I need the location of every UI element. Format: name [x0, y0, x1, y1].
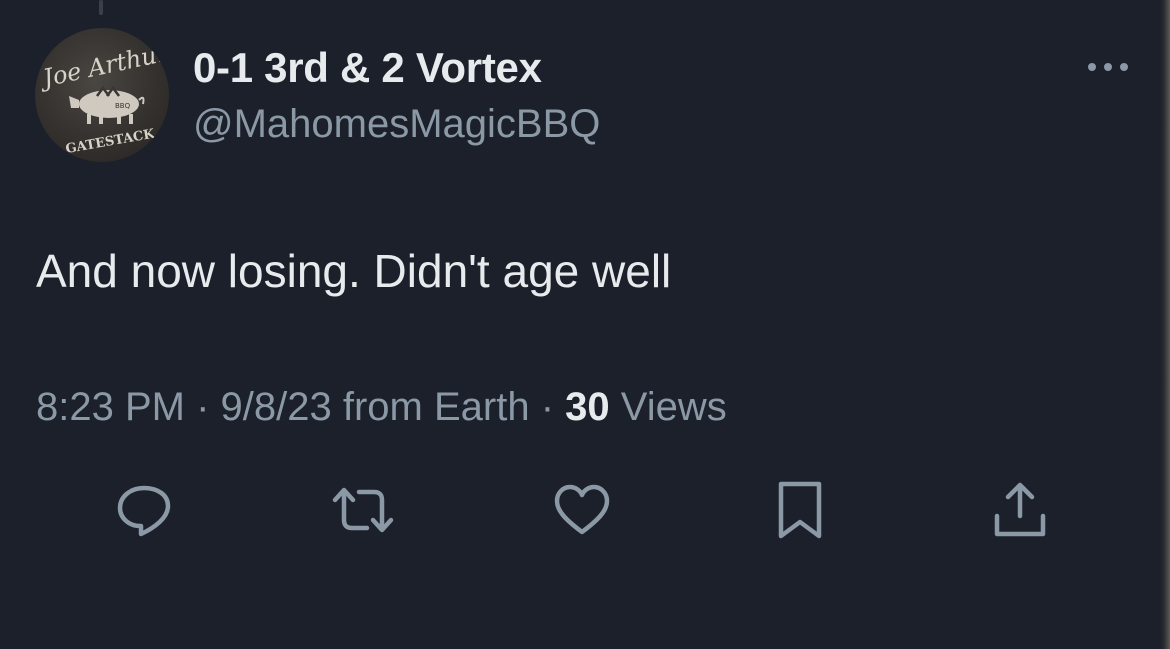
retweet-button[interactable] [331, 480, 395, 540]
like-button[interactable] [550, 480, 614, 540]
screen-edge [1160, 0, 1170, 649]
meta-separator: · [196, 385, 210, 429]
avatar-logo: Joe Arthur BBQ GATESTACK [36, 38, 169, 158]
more-icon [1088, 63, 1128, 71]
bookmark-icon [778, 481, 822, 539]
heart-icon [554, 484, 610, 535]
retweet-icon [332, 487, 394, 533]
views-count[interactable]: 30 [565, 385, 610, 429]
bookmark-button[interactable] [768, 480, 832, 540]
tweet-detail-page: Joe Arthur BBQ GATESTACK 0-1 3rd & 2 Vor… [0, 0, 1170, 649]
tweet-actions-bar [0, 480, 1170, 540]
pig-icon [69, 85, 145, 124]
share-icon [994, 482, 1046, 537]
avatar-badge-text: BBQ [115, 102, 131, 110]
avatar[interactable]: Joe Arthur BBQ GATESTACK [35, 28, 169, 162]
author-display-name[interactable]: 0-1 3rd & 2 Vortex [193, 42, 600, 94]
tweet-text: And now losing. Didn't age well [36, 245, 672, 297]
tweet-metadata: 8:23 PM · 9/8/23 from Earth · 30 Views [36, 382, 727, 432]
share-button[interactable] [988, 480, 1052, 540]
author-handle[interactable]: @MahomesMagicBBQ [193, 98, 600, 150]
tweet-time[interactable]: 8:23 PM [36, 385, 185, 429]
tweet-date-source[interactable]: 9/8/23 from Earth [221, 385, 530, 429]
avatar-text-top: Joe Arthur [36, 38, 169, 93]
tweet-author: 0-1 3rd & 2 Vortex @MahomesMagicBBQ [193, 42, 600, 150]
views-label[interactable]: Views [621, 385, 727, 429]
more-options-button[interactable] [1080, 52, 1136, 82]
thread-connector-line [99, 0, 103, 15]
reply-button[interactable] [112, 480, 176, 540]
avatar-text-bottom: GATESTACK [64, 127, 156, 158]
meta-separator: · [540, 385, 555, 429]
reply-icon [117, 485, 171, 537]
